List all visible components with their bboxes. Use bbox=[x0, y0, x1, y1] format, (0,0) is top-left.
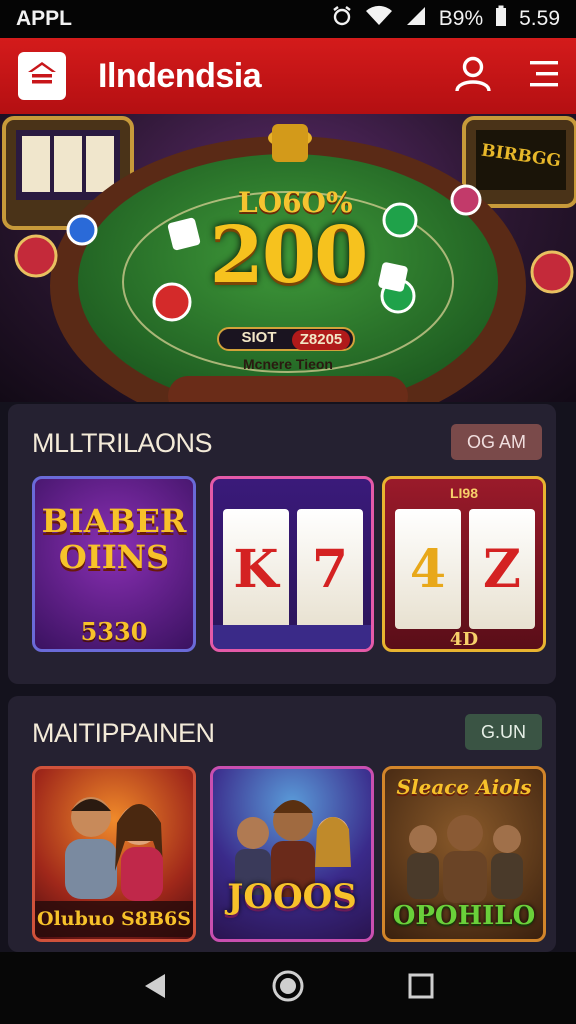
section-view-all-button[interactable]: G.UN bbox=[465, 714, 542, 750]
home-logo-button[interactable] bbox=[18, 52, 66, 100]
hero-subtitle: Mcnere Tieon bbox=[243, 356, 333, 372]
characters-illustration bbox=[65, 797, 163, 901]
game-tile[interactable]: K 7 K7 bbox=[210, 476, 374, 652]
game-tile[interactable]: BIABER OIINS 5330 bbox=[32, 476, 196, 652]
slot-reel: K bbox=[223, 509, 289, 629]
hero-banner[interactable]: LO6O% 200 SIOT Z8205 Mcnere Tieon BIRBGG bbox=[0, 114, 576, 402]
home-icon bbox=[26, 60, 58, 93]
section-view-all-button[interactable]: OG AM bbox=[450, 424, 542, 460]
game-tile[interactable]: LI98 4 Z 4Z 4D bbox=[382, 476, 546, 652]
slot-reel: 7 bbox=[297, 509, 363, 629]
section-title: MLLTRILAONS bbox=[32, 428, 213, 458]
game-tile-title: Olubuo S8B6S bbox=[35, 901, 193, 937]
user-account-icon[interactable] bbox=[454, 55, 492, 98]
system-nav-bar bbox=[0, 952, 576, 1024]
app-header: Ilndendsia bbox=[0, 38, 576, 114]
battery-icon bbox=[495, 5, 507, 33]
hero-jackpot-amount: 200 bbox=[209, 210, 369, 301]
section-multiplayer-games: MAITIPPAINEN G.UN Olubuo S8B6S JOOOS Sle… bbox=[8, 696, 556, 952]
game-tile-title: BIABER OIINS bbox=[41, 502, 187, 576]
back-icon[interactable] bbox=[141, 972, 169, 1005]
game-tile-footer: 5330 bbox=[80, 617, 148, 646]
recents-icon[interactable] bbox=[407, 972, 435, 1005]
game-tile[interactable]: Olubuo S8B6S bbox=[32, 766, 196, 942]
section-multiplayer-slots: MLLTRILAONS OG AM BIABER OIINS 5330 K 7 … bbox=[8, 404, 556, 684]
slot-reel: 4 bbox=[395, 509, 461, 629]
characters-illustration bbox=[407, 815, 523, 903]
hero-chip-left: SIOT bbox=[241, 329, 277, 346]
clock-label: 5.59 bbox=[519, 7, 560, 30]
alarm-icon bbox=[331, 5, 353, 33]
status-bar: APPL B9% 5.59 bbox=[0, 0, 576, 38]
signal-icon bbox=[405, 5, 427, 33]
home-circle-icon[interactable] bbox=[271, 969, 305, 1008]
game-tile[interactable]: Sleace Aiols OPOHILO bbox=[382, 766, 546, 942]
game-tile-title: Sleace Aiols bbox=[396, 775, 532, 799]
wifi-icon bbox=[365, 5, 393, 33]
carrier-label: APPL bbox=[16, 7, 73, 30]
game-tile-top-label: LI98 bbox=[449, 485, 478, 501]
game-tile-title: JOOOS bbox=[227, 877, 357, 917]
game-tile-footer: OPOHILO bbox=[392, 901, 536, 931]
menu-icon[interactable] bbox=[530, 59, 558, 94]
slot-reel: Z bbox=[469, 509, 535, 629]
game-tile-footer: 4D bbox=[449, 629, 479, 650]
battery-label: B9% bbox=[438, 7, 484, 30]
hero-chip-right: Z8205 bbox=[292, 330, 350, 350]
brand-title: Ilndendsia bbox=[98, 56, 262, 95]
section-title: MAITIPPAINEN bbox=[32, 718, 215, 748]
status-icons: B9% 5.59 bbox=[331, 5, 560, 33]
game-tile[interactable]: JOOOS bbox=[210, 766, 374, 942]
